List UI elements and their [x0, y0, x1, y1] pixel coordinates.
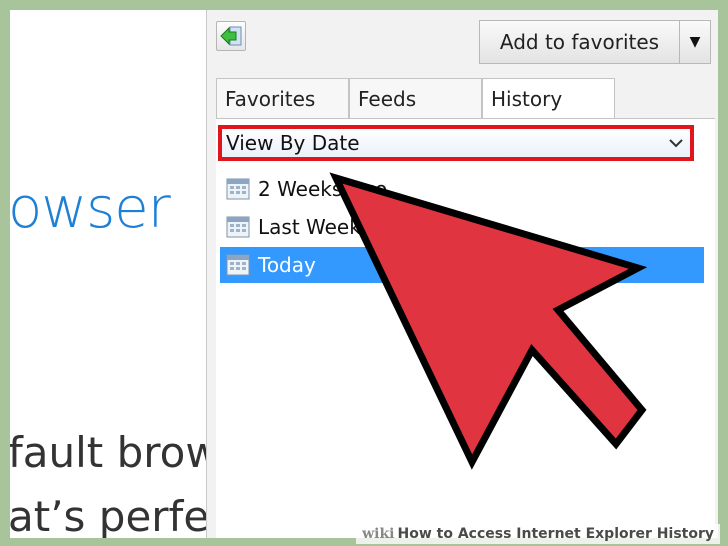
screenshot-frame: owser fault brows at’s perfec Add to fav…: [10, 10, 718, 538]
red-arrow-pointer-icon: [329, 172, 648, 470]
caption-brand: wiki: [362, 526, 395, 542]
caption-title: How to Access Internet Explorer History: [397, 526, 715, 542]
wikihow-caption: wiki How to Access Internet Explorer His…: [356, 524, 720, 544]
